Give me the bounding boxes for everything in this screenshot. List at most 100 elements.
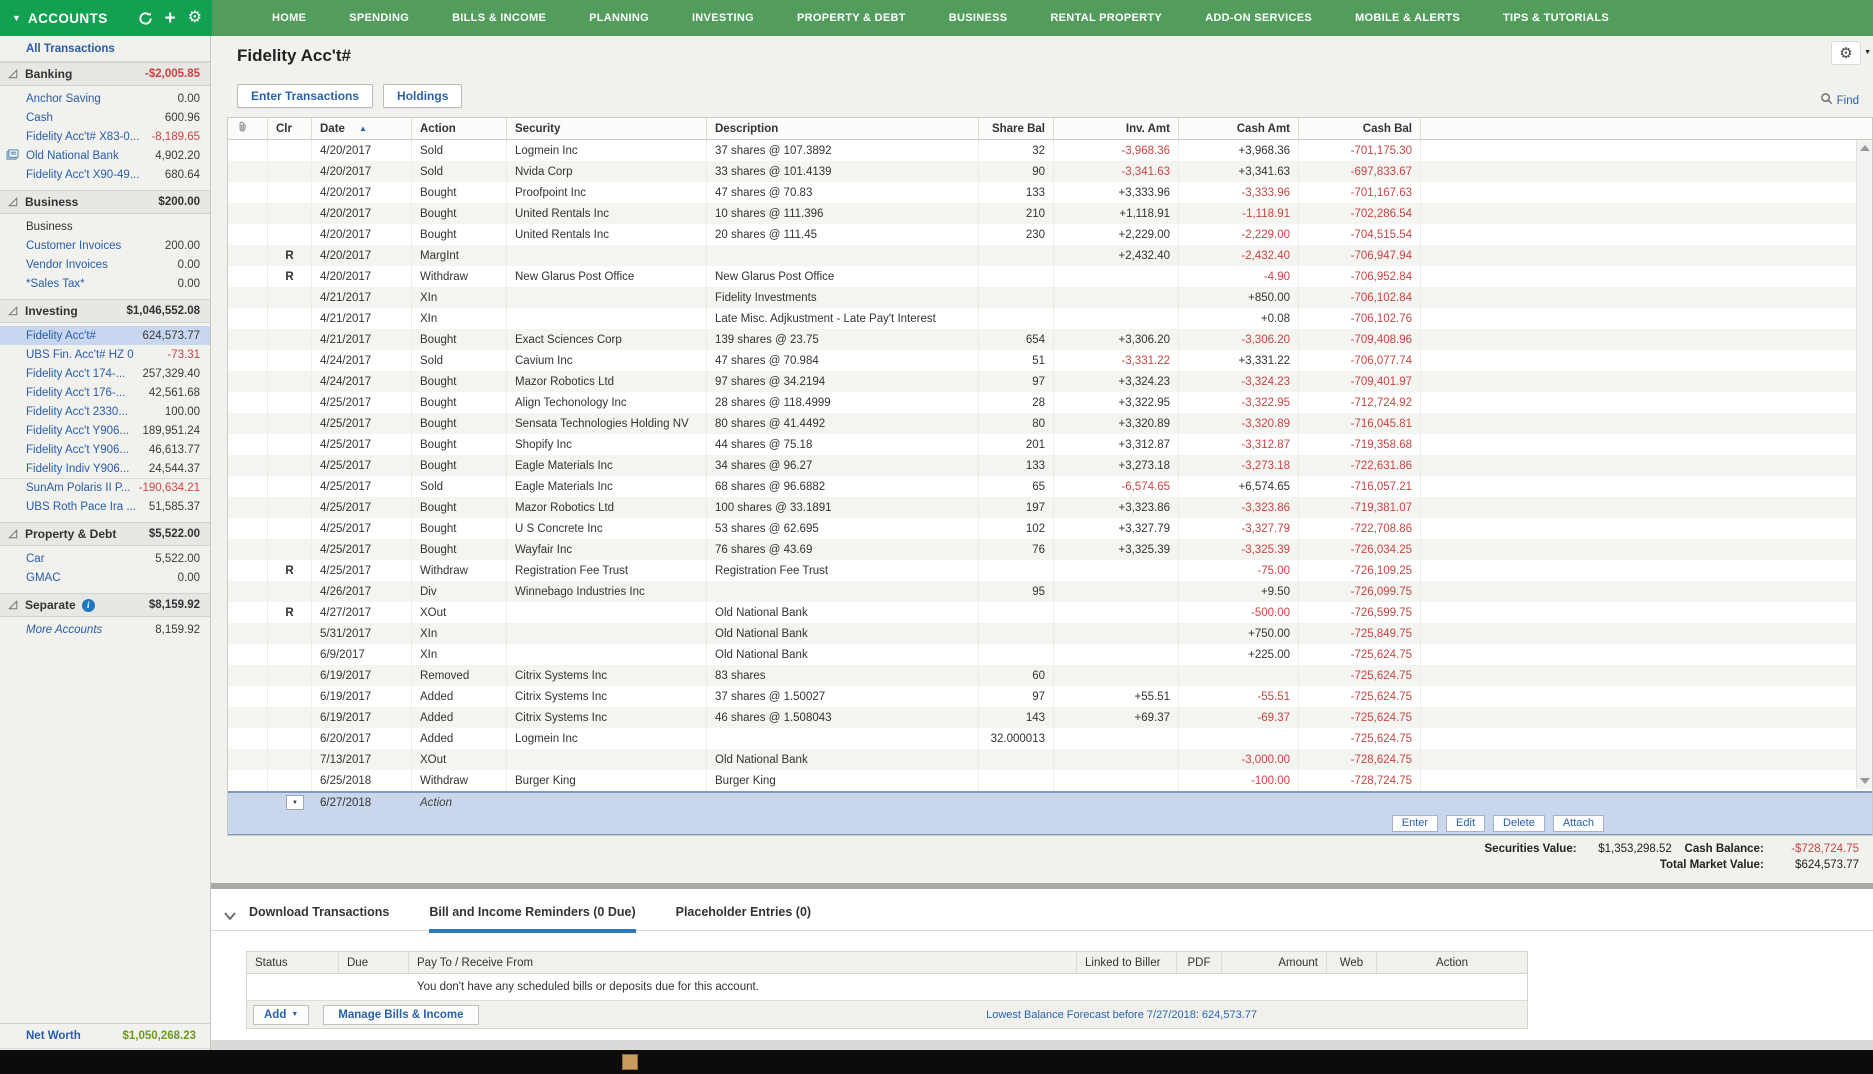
sidebar-item-anchor-saving[interactable]: Anchor Saving0.00 bbox=[0, 89, 210, 108]
clr-column-header[interactable]: Clr bbox=[268, 118, 312, 139]
sidebar-item-more-accounts[interactable]: More Accounts8,159.92 bbox=[0, 620, 210, 639]
add-account-icon[interactable]: + bbox=[165, 9, 176, 28]
sidebar-section-banking[interactable]: Banking-$2,005.85 bbox=[0, 62, 210, 86]
scroll-down-arrow-icon[interactable] bbox=[1860, 778, 1870, 784]
taskbar-app-icon[interactable] bbox=[622, 1054, 638, 1070]
transaction-row[interactable]: 4/25/2017BoughtWayfair Inc76 shares @ 43… bbox=[228, 539, 1872, 560]
sidebar-item-fidelity-acc-t-y906[interactable]: Fidelity Acc't Y906...46,613.77 bbox=[0, 440, 210, 459]
transaction-row[interactable]: 6/25/2018WithdrawBurger KingBurger King-… bbox=[228, 770, 1872, 791]
transaction-row[interactable]: 4/25/2017BoughtU S Concrete Inc53 shares… bbox=[228, 518, 1872, 539]
transaction-row[interactable]: 4/26/2017DivWinnebago Industries Inc95+9… bbox=[228, 581, 1872, 602]
sidebar-item-all-transactions[interactable]: All Transactions bbox=[0, 36, 210, 62]
find-control[interactable]: Find bbox=[1820, 92, 1859, 110]
sidebar-section-business[interactable]: Business$200.00 bbox=[0, 190, 210, 214]
transaction-row[interactable]: 4/21/2017BoughtExact Sciences Corp139 sh… bbox=[228, 329, 1872, 350]
register-settings-gear-icon[interactable]: ⚙ bbox=[1831, 41, 1861, 65]
info-icon[interactable]: i bbox=[82, 599, 95, 612]
transaction-row[interactable]: 4/25/2017BoughtMazor Robotics Ltd100 sha… bbox=[228, 497, 1872, 518]
sidebar-item-fidelity-acc-t-x90-49[interactable]: Fidelity Acc't X90-49...680.64 bbox=[0, 165, 210, 184]
transaction-row[interactable]: 4/20/2017BoughtUnited Rentals Inc20 shar… bbox=[228, 224, 1872, 245]
sidebar-section-separate[interactable]: Separate i$8,159.92 bbox=[0, 593, 210, 617]
transaction-row[interactable]: 6/19/2017AddedCitrix Systems Inc46 share… bbox=[228, 707, 1872, 728]
sidebar-item-car[interactable]: Car5,522.00 bbox=[0, 549, 210, 568]
scroll-up-arrow-icon[interactable] bbox=[1860, 145, 1870, 151]
new-transaction-row[interactable]: ▼ 6/27/2018 Action bbox=[228, 791, 1872, 812]
transaction-row[interactable]: R4/20/2017WithdrawNew Glarus Post Office… bbox=[228, 266, 1872, 287]
share-bal-column-header[interactable]: Share Bal bbox=[979, 118, 1054, 139]
sidebar-item-fidelity-indiv-y906[interactable]: Fidelity Indiv Y906...24,544.37 bbox=[0, 459, 210, 478]
manage-bills-income-button[interactable]: Manage Bills & Income bbox=[323, 1005, 478, 1025]
transaction-row[interactable]: 4/20/2017BoughtProofpoint Inc47 shares @… bbox=[228, 182, 1872, 203]
nav-item-tips-tutorials[interactable]: TIPS & TUTORIALS bbox=[1503, 12, 1609, 24]
sidebar-item-ubs-fin-acc-t-hz-0[interactable]: UBS Fin. Acc't# HZ 0-73.31 bbox=[0, 345, 210, 364]
delete-transaction-button[interactable]: Delete bbox=[1493, 815, 1545, 832]
transaction-row[interactable]: 5/31/2017XInOld National Bank+750.00-725… bbox=[228, 623, 1872, 644]
sidebar-item-cash[interactable]: Cash600.96 bbox=[0, 108, 210, 127]
nav-item-mobile-alerts[interactable]: MOBILE & ALERTS bbox=[1355, 12, 1460, 24]
sidebar-item-vendor-invoices[interactable]: Vendor Invoices0.00 bbox=[0, 255, 210, 274]
transaction-row[interactable]: 4/21/2017XInLate Misc. Adjkustment - Lat… bbox=[228, 308, 1872, 329]
refresh-icon[interactable] bbox=[138, 11, 153, 26]
transaction-row[interactable]: 4/20/2017SoldNvida Corp33 shares @ 101.4… bbox=[228, 161, 1872, 182]
transaction-row[interactable]: R4/25/2017WithdrawRegistration Fee Trust… bbox=[228, 560, 1872, 581]
transaction-row[interactable]: 4/25/2017BoughtEagle Materials Inc34 sha… bbox=[228, 455, 1872, 476]
register-vertical-scrollbar[interactable] bbox=[1856, 140, 1872, 789]
transaction-row[interactable]: 6/20/2017AddedLogmein Inc32.000013-725,6… bbox=[228, 728, 1872, 749]
reminders-column-action[interactable]: Action bbox=[1377, 952, 1527, 973]
sidebar-item-fidelity-acc-t-176[interactable]: Fidelity Acc't 176-...42,561.68 bbox=[0, 383, 210, 402]
new-row-action-cell[interactable]: Action bbox=[412, 793, 507, 812]
transaction-row[interactable]: 4/25/2017BoughtAlign Techonology Inc28 s… bbox=[228, 392, 1872, 413]
security-column-header[interactable]: Security bbox=[507, 118, 707, 139]
transaction-row[interactable]: 4/24/2017BoughtMazor Robotics Ltd97 shar… bbox=[228, 371, 1872, 392]
lowest-balance-forecast-link[interactable]: Lowest Balance Forecast before 7/27/2018… bbox=[986, 1009, 1257, 1021]
clr-dropdown[interactable]: ▼ bbox=[286, 795, 304, 810]
transaction-row[interactable]: 6/19/2017AddedCitrix Systems Inc37 share… bbox=[228, 686, 1872, 707]
sidebar-item-fidelity-acc-t-x83-0[interactable]: Fidelity Acc't# X83-0...-8,189.65 bbox=[0, 127, 210, 146]
transaction-row[interactable]: 4/25/2017SoldEagle Materials Inc68 share… bbox=[228, 476, 1872, 497]
nav-item-property-debt[interactable]: PROPERTY & DEBT bbox=[797, 12, 906, 24]
action-column-header[interactable]: Action bbox=[412, 118, 507, 139]
transaction-row[interactable]: 6/19/2017RemovedCitrix Systems Inc83 sha… bbox=[228, 665, 1872, 686]
chevron-down-icon[interactable] bbox=[223, 908, 237, 926]
nav-item-investing[interactable]: INVESTING bbox=[692, 12, 754, 24]
sidebar-item-old-national-bank[interactable]: Old National Bank4,902.20 bbox=[0, 146, 210, 165]
sidebar-section-property-debt[interactable]: Property & Debt$5,522.00 bbox=[0, 522, 210, 546]
nav-item-add-on-services[interactable]: ADD-ON SERVICES bbox=[1205, 12, 1312, 24]
reminders-column-amount[interactable]: Amount bbox=[1222, 952, 1327, 973]
attach-transaction-button[interactable]: Attach bbox=[1553, 815, 1604, 832]
nav-item-spending[interactable]: SPENDING bbox=[349, 12, 409, 24]
section-collapse-triangle-icon[interactable] bbox=[8, 600, 18, 610]
sidebar-item-ubs-roth-pace-ira[interactable]: UBS Roth Pace Ira ...51,585.37 bbox=[0, 497, 210, 516]
enter-transactions-button[interactable]: Enter Transactions bbox=[237, 84, 373, 108]
section-collapse-triangle-icon[interactable] bbox=[8, 306, 18, 316]
transaction-row[interactable]: R4/27/2017XOutOld National Bank-500.00-7… bbox=[228, 602, 1872, 623]
transaction-row[interactable]: 4/25/2017BoughtShopify Inc44 shares @ 75… bbox=[228, 434, 1872, 455]
accounts-settings-gear-icon[interactable]: ⚙ bbox=[188, 10, 202, 26]
reminders-column-status[interactable]: Status bbox=[247, 952, 339, 973]
sidebar-item-sunam-polaris-ii-p[interactable]: SunAm Polaris II P...-190,634.21 bbox=[0, 478, 210, 497]
section-collapse-triangle-icon[interactable] bbox=[8, 197, 18, 207]
sidebar-item-fidelity-acc-t[interactable]: Fidelity Acc't#624,573.77 bbox=[0, 326, 210, 345]
tab-bill-and-income-reminders-0-due[interactable]: Bill and Income Reminders (0 Due) bbox=[429, 905, 635, 933]
section-collapse-triangle-icon[interactable] bbox=[8, 529, 18, 539]
net-worth-label[interactable]: Net Worth bbox=[26, 1030, 81, 1042]
reminders-column-web[interactable]: Web bbox=[1327, 952, 1377, 973]
tab-download-transactions[interactable]: Download Transactions bbox=[249, 905, 389, 933]
sidebar-item-customer-invoices[interactable]: Customer Invoices200.00 bbox=[0, 236, 210, 255]
cash-bal-column-header[interactable]: Cash Bal bbox=[1299, 118, 1421, 139]
register-settings-caret-icon[interactable]: ▼ bbox=[1864, 49, 1871, 56]
nav-item-business[interactable]: BUSINESS bbox=[949, 12, 1008, 24]
transaction-row[interactable]: 4/21/2017XInFidelity Investments+850.00-… bbox=[228, 287, 1872, 308]
transaction-row[interactable]: 4/20/2017SoldLogmein Inc37 shares @ 107.… bbox=[228, 140, 1872, 161]
sidebar-item-fidelity-acc-t-y906[interactable]: Fidelity Acc't Y906...189,951.24 bbox=[0, 421, 210, 440]
attachment-column-header[interactable] bbox=[228, 118, 268, 139]
description-column-header[interactable]: Description bbox=[707, 118, 979, 139]
reminders-column-pay-to-receive-from[interactable]: Pay To / Receive From bbox=[409, 952, 1077, 973]
reminders-column-linked-to-biller[interactable]: Linked to Biller bbox=[1077, 952, 1177, 973]
accounts-collapse-icon[interactable]: ▼ bbox=[12, 13, 21, 23]
nav-item-rental-property[interactable]: RENTAL PROPERTY bbox=[1050, 12, 1162, 24]
transaction-row[interactable]: 4/20/2017BoughtUnited Rentals Inc10 shar… bbox=[228, 203, 1872, 224]
edit-transaction-button[interactable]: Edit bbox=[1446, 815, 1485, 832]
section-collapse-triangle-icon[interactable] bbox=[8, 69, 18, 79]
holdings-button[interactable]: Holdings bbox=[383, 84, 462, 108]
